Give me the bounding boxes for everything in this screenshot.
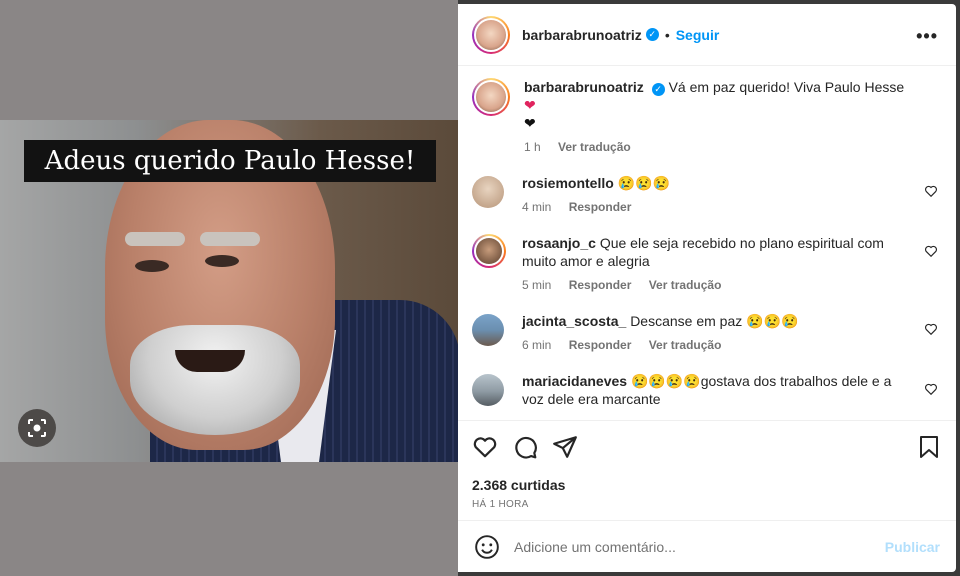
header-username[interactable]: barbarabrunoatriz — [522, 27, 642, 43]
black-heart-icon: ❤ — [524, 115, 536, 131]
comment-item: jacinta_scosta_ Descanse em paz 😢😢😢 6 mi… — [472, 312, 942, 354]
verified-badge-icon: ✓ — [651, 82, 665, 96]
media-top-band — [0, 0, 458, 120]
translate-link[interactable]: Ver tradução — [649, 338, 722, 352]
commenter-avatar[interactable] — [472, 314, 504, 346]
like-comment-heart-icon[interactable] — [924, 382, 938, 396]
likes-count[interactable]: 2.368 curtidas — [472, 477, 942, 493]
like-comment-heart-icon[interactable] — [924, 322, 938, 336]
like-heart-icon[interactable] — [472, 434, 498, 460]
comment-text: 😢😢😢 — [617, 175, 670, 191]
comment-time: 5 min — [522, 278, 552, 292]
photo-brow-right — [200, 232, 260, 246]
translate-link[interactable]: Ver tradução — [649, 278, 722, 292]
caption-time: 1 h — [524, 140, 541, 154]
header-separator: • — [664, 26, 670, 43]
commenter-avatar[interactable] — [472, 374, 504, 406]
commenter-avatar[interactable] — [472, 176, 504, 208]
comment-bubble-icon[interactable] — [512, 434, 538, 460]
comment-item: rosaanjo_c Que ele seja recebido no plan… — [472, 234, 942, 294]
comment-username[interactable]: jacinta_scosta_ — [522, 313, 626, 329]
comment-username[interactable]: rosaanjo_c — [522, 235, 596, 251]
save-bookmark-icon[interactable] — [918, 435, 940, 459]
comment-time: 6 min — [522, 338, 552, 352]
more-options-icon[interactable]: ••• — [916, 26, 938, 47]
post-timestamp: HÁ 1 HORA — [472, 499, 529, 510]
comment-text: Descanse em paz 😢😢😢 — [630, 313, 799, 329]
media-caption: Adeus querido Paulo Hesse! — [24, 140, 436, 182]
caption-username[interactable]: barbarabrunoatriz — [524, 79, 644, 95]
publish-button[interactable]: Publicar — [885, 539, 940, 555]
post-actions: 2.368 curtidas HÁ 1 HORA — [458, 420, 956, 520]
reply-link[interactable]: Responder — [569, 338, 632, 352]
media-bottom-band — [0, 462, 458, 576]
post-panel: barbarabrunoatriz ✓ • Seguir ••• barbara… — [458, 4, 956, 572]
author-avatar[interactable] — [472, 15, 510, 54]
photo-mouth — [175, 350, 245, 372]
caption-text: Vá em paz querido! Viva Paulo Hesse — [668, 79, 905, 95]
commenter-avatar[interactable] — [472, 234, 506, 268]
comment-item: mariacidaneves 😢😢😢😢gostava dos trabalhos… — [472, 372, 942, 408]
caption-translate-link[interactable]: Ver tradução — [558, 140, 631, 154]
follow-button[interactable]: Seguir — [676, 27, 720, 43]
post-header: barbarabrunoatriz ✓ • Seguir ••• — [458, 4, 956, 66]
photo-beard — [130, 325, 300, 435]
visual-search-button[interactable] — [18, 409, 56, 447]
emoji-picker-icon[interactable] — [474, 534, 500, 560]
like-comment-heart-icon[interactable] — [924, 184, 938, 198]
red-heart-icon: ❤ — [524, 97, 536, 113]
lens-icon — [28, 419, 46, 437]
comment-username[interactable]: rosiemontello — [522, 175, 614, 191]
share-plane-icon[interactable] — [552, 434, 578, 460]
comment-time: 4 min — [522, 200, 552, 214]
caption-avatar[interactable] — [472, 78, 510, 116]
verified-badge-icon: ✓ — [645, 28, 659, 41]
post-caption: barbarabrunoatriz ✓ Vá em paz querido! V… — [472, 78, 942, 156]
comment-username[interactable]: mariacidaneves — [522, 373, 627, 389]
photo-eye-left — [135, 260, 169, 272]
photo-eye-right — [205, 255, 239, 267]
like-comment-heart-icon[interactable] — [924, 244, 938, 258]
add-comment-bar: Adicione um comentário... Publicar — [458, 520, 956, 572]
comment-item: rosiemontello 😢😢😢 4 min Responder — [472, 174, 942, 216]
comment-input[interactable]: Adicione um comentário... — [514, 539, 885, 555]
post-media[interactable]: Adeus querido Paulo Hesse! — [0, 0, 458, 576]
reply-link[interactable]: Responder — [569, 200, 632, 214]
reply-link[interactable]: Responder — [569, 278, 632, 292]
comments-list[interactable]: barbarabrunoatriz ✓ Vá em paz querido! V… — [458, 66, 956, 420]
photo-brow-left — [125, 232, 185, 246]
